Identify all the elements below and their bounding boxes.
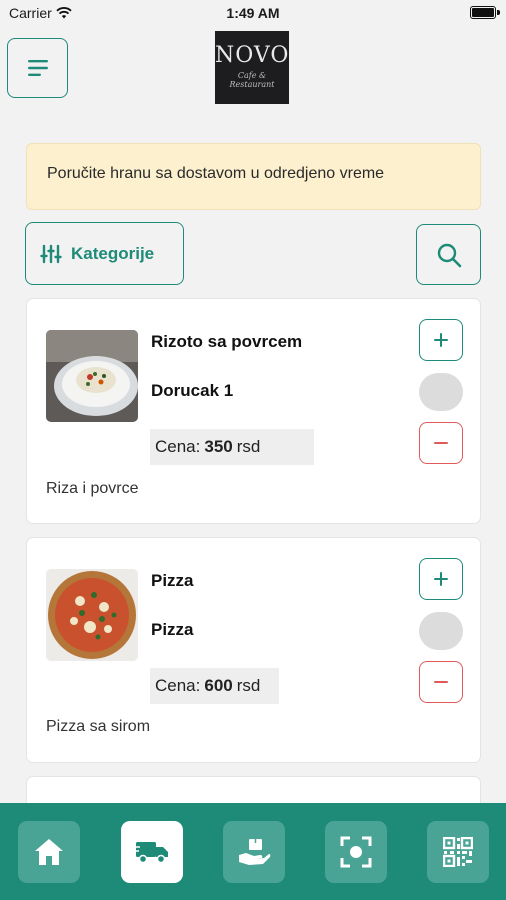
nav-delivery-button[interactable] xyxy=(121,821,183,883)
logo-main-text: NOVO xyxy=(215,43,289,68)
scan-icon xyxy=(340,836,372,868)
qr-code-icon xyxy=(443,837,473,867)
menu-button[interactable] xyxy=(7,38,68,98)
filter-sliders-icon xyxy=(40,244,62,263)
notice-text: Poručite hranu sa dostavom u odredjeno v… xyxy=(47,165,385,182)
categories-button[interactable]: Kategorije xyxy=(25,222,184,285)
delivery-truck-icon xyxy=(134,842,168,864)
nav-scan-button[interactable] xyxy=(325,821,387,883)
remove-quantity-button[interactable] xyxy=(419,661,463,703)
price-currency: rsd xyxy=(236,437,261,456)
restaurant-logo: NOVO Cafe & Restaurant xyxy=(215,31,289,104)
product-card[interactable]: Rizoto sa povrcem Dorucak 1 Cena: 350 rs… xyxy=(26,298,481,524)
quantity-indicator xyxy=(419,612,463,650)
plus-icon xyxy=(434,572,448,586)
product-description: Riza i povrce xyxy=(46,480,139,497)
remove-quantity-button[interactable] xyxy=(419,422,463,464)
hamburger-menu-icon xyxy=(27,60,48,76)
delivery-notice: Poručite hranu sa dostavom u odredjeno v… xyxy=(26,143,481,210)
status-bar: Carrier 1:49 AM xyxy=(0,0,506,26)
home-icon xyxy=(35,839,63,865)
add-quantity-button[interactable] xyxy=(419,558,463,600)
quantity-indicator xyxy=(419,373,463,411)
price-prefix: Cena: xyxy=(155,676,201,695)
price-prefix: Cena: xyxy=(155,437,201,456)
battery-icon xyxy=(470,6,496,19)
product-image xyxy=(46,569,138,661)
add-quantity-button[interactable] xyxy=(419,319,463,361)
nav-pickup-button[interactable] xyxy=(223,821,285,883)
search-button[interactable] xyxy=(416,224,481,285)
hand-package-icon xyxy=(239,839,271,865)
product-category: Dorucak 1 xyxy=(151,381,234,400)
product-name: Pizza xyxy=(151,571,194,590)
product-description: Pizza sa sirom xyxy=(46,718,151,735)
nav-qr-button[interactable] xyxy=(427,821,489,883)
bottom-navigation xyxy=(0,803,506,900)
status-time: 1:49 AM xyxy=(226,5,280,21)
logo-sub-text: Cafe & Restaurant xyxy=(229,71,275,89)
product-category: Pizza xyxy=(151,620,194,639)
product-image xyxy=(46,330,138,422)
categories-label: Kategorije xyxy=(71,243,155,263)
minus-icon xyxy=(434,442,448,444)
plus-icon xyxy=(434,333,448,347)
product-price: Cena: 350 rsd xyxy=(150,429,314,465)
price-currency: rsd xyxy=(236,676,261,695)
product-price: Cena: 600 rsd xyxy=(150,668,279,704)
price-value: 350 xyxy=(204,437,233,456)
search-icon xyxy=(437,243,461,267)
product-card[interactable]: Pizza Pizza Cena: 600 rsd Pizza sa sirom xyxy=(26,537,481,763)
product-name: Rizoto sa povrcem xyxy=(151,332,303,351)
minus-icon xyxy=(434,681,448,683)
price-value: 600 xyxy=(204,676,233,695)
nav-home-button[interactable] xyxy=(18,821,80,883)
